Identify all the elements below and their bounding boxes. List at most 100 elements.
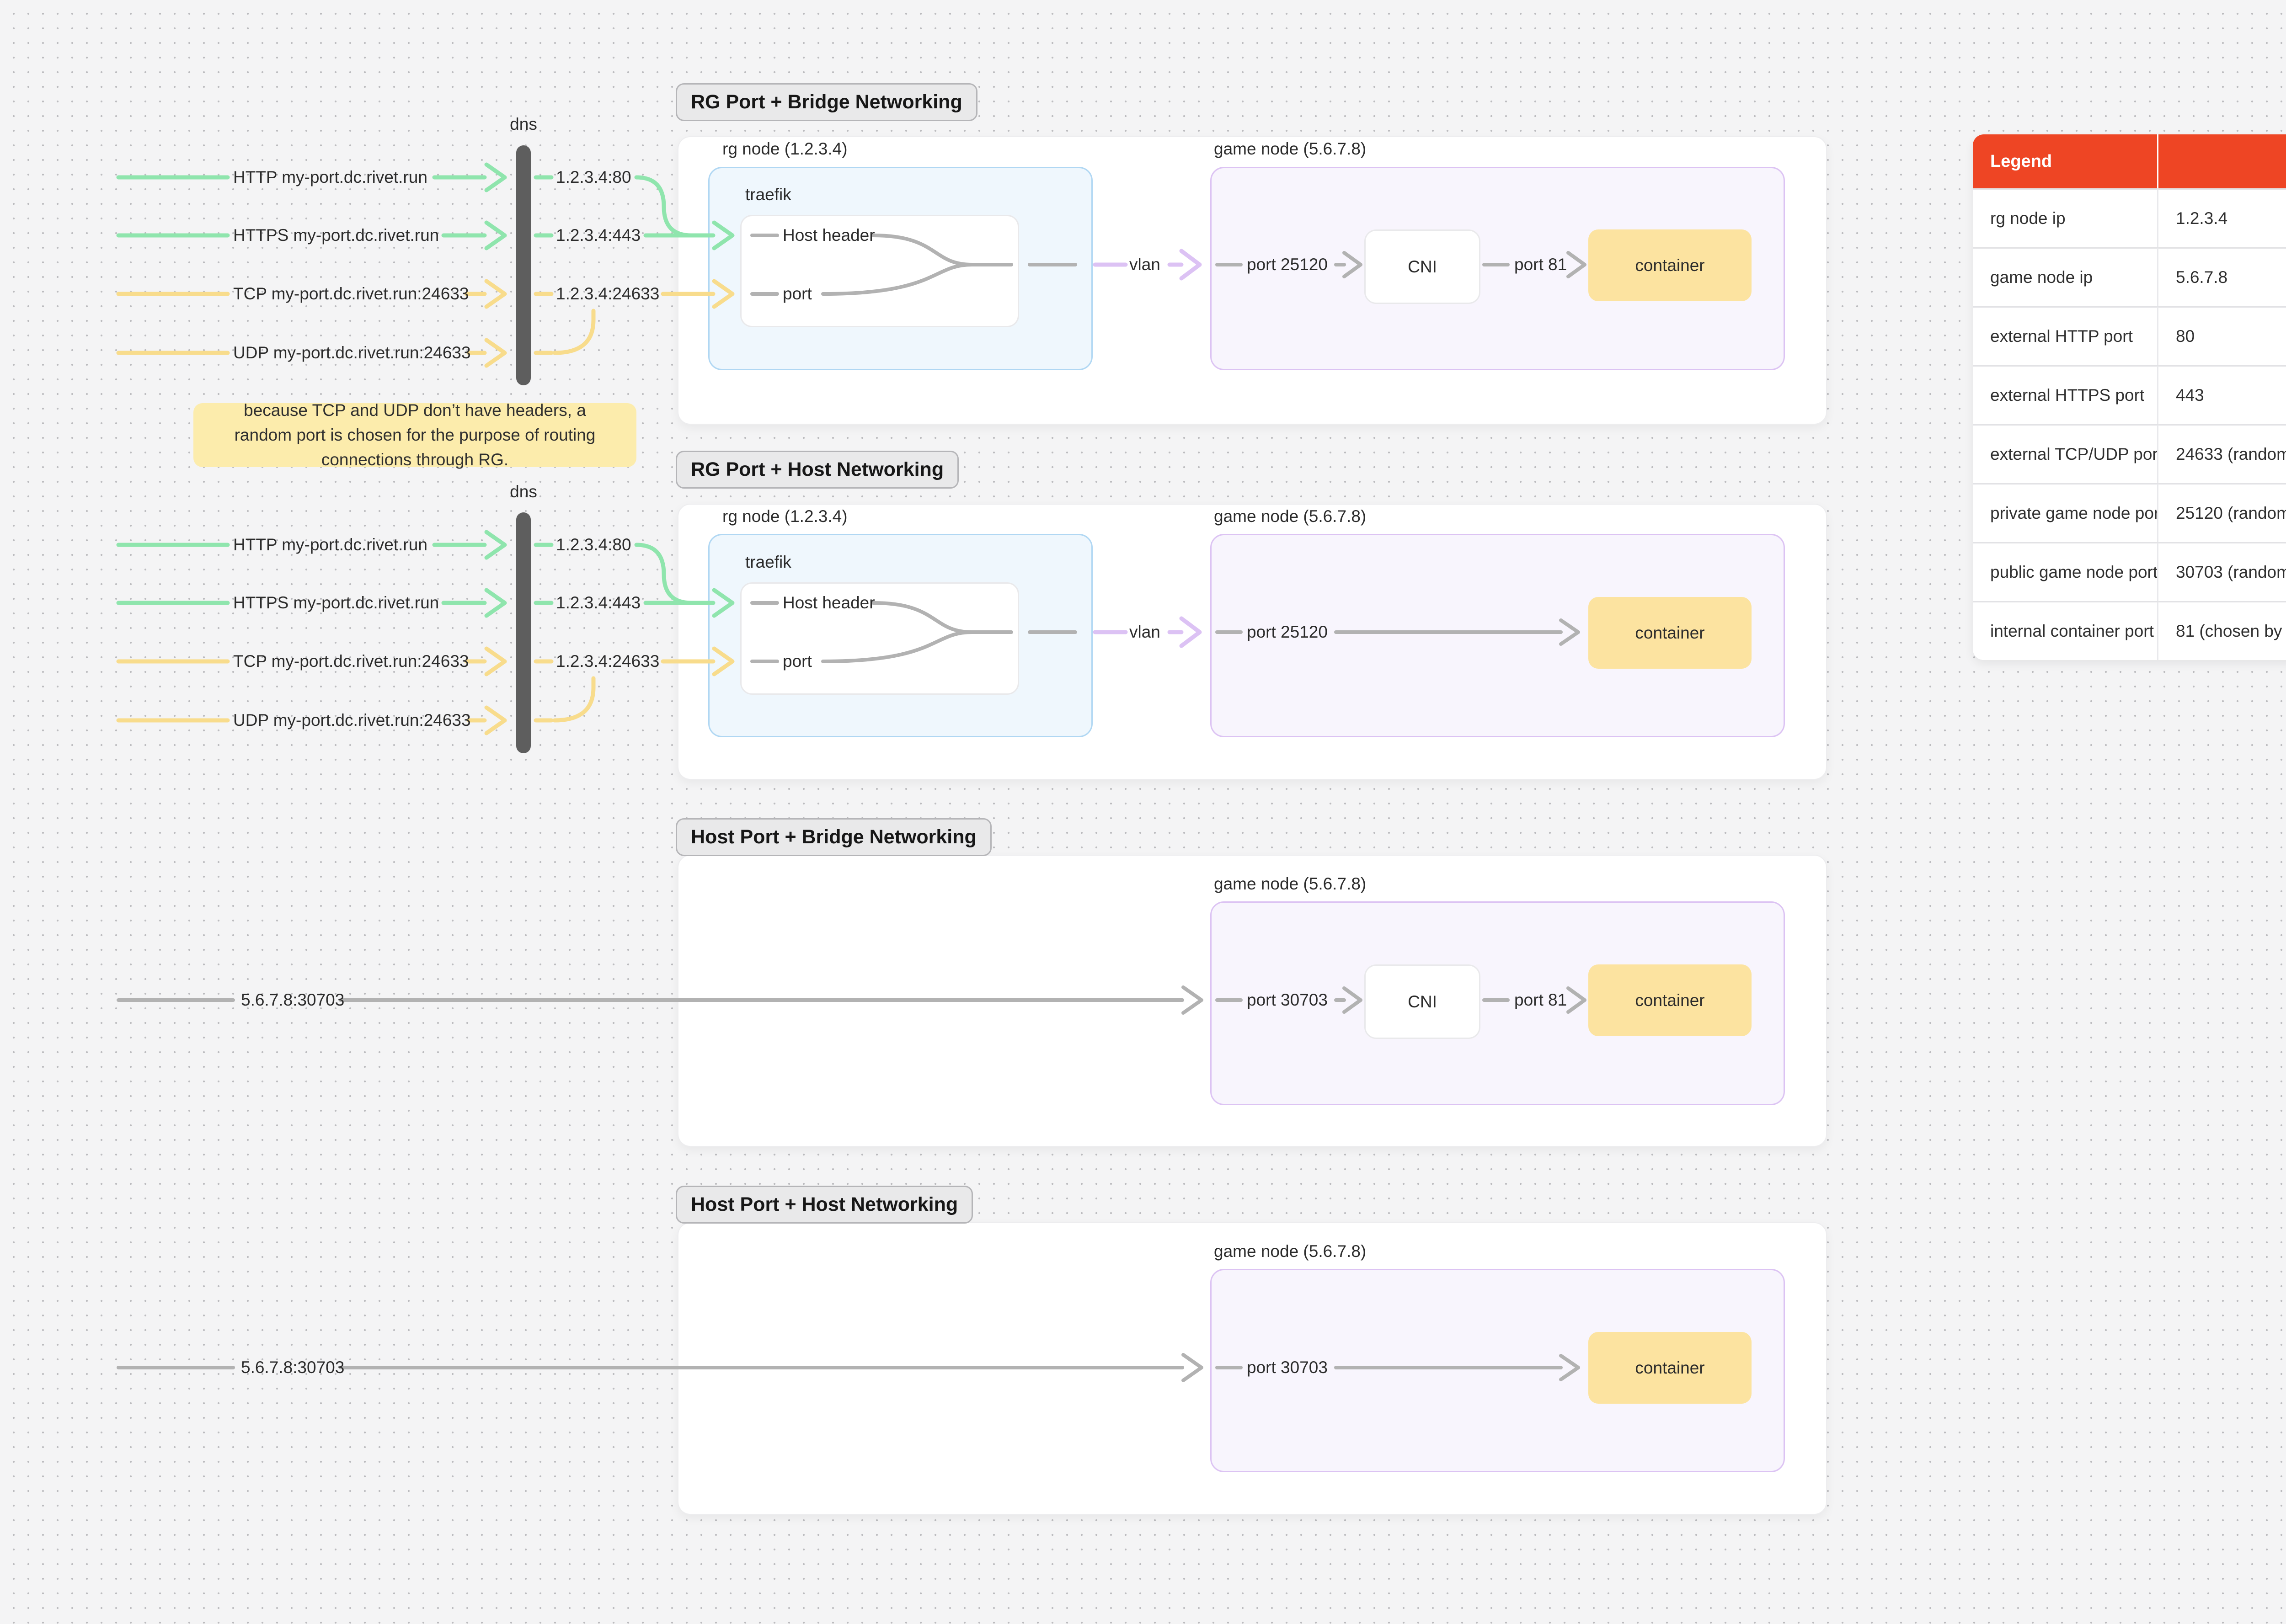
arrowhead-port-2 [712,646,735,676]
arrowhead-http-dns-2 [484,530,507,560]
source-label-3: 5.6.7.8:30703 [241,990,345,1009]
vlan-label-2: vlan [1129,623,1160,641]
container-box-4: container [1588,1332,1752,1404]
cell-value: 30703 (randomly chosen per configured ho… [2158,542,2286,601]
cell-name: game node ip [1973,247,2158,306]
arrowhead-cni-1 [1342,251,1362,278]
arrowhead-hostheader-1 [712,220,735,250]
curve-80-merge-1 [634,175,694,238]
arrowhead-http-dns-1 [484,162,507,192]
rule-host-label-2: Host header [783,593,875,612]
rg-node-label-2: rg node (1.2.3.4) [722,507,848,526]
legend-header-name: Legend [1973,134,2158,188]
arrowhead-udp-dns-2 [484,705,507,735]
arrowhead-port-1 [712,279,735,309]
cell-name: rg node ip [1973,188,2158,247]
arrowhead-cni-3 [1342,986,1362,1014]
resolved-24633-2: 1.2.3.4:24633 [556,652,660,671]
table-row: external TCP/UDP port 24633 (randomly ch… [1973,424,2286,483]
cell-value: 1.2.3.4 [2158,188,2286,247]
arrowhead-vlan-2 [1179,616,1202,648]
rg-node-label-1: rg node (1.2.3.4) [722,139,848,158]
table-row: public game node port 30703 (randomly ch… [1973,542,2286,601]
resolved-80-2: 1.2.3.4:80 [556,535,631,554]
rule-port-label-1: port [783,284,812,303]
legend-table: Legend Range rg node ip 1.2.3.4 game nod… [1973,134,2286,660]
cell-name: public game node port [1973,542,2158,601]
dns-label-1: dns [510,115,537,133]
resolved-80-1: 1.2.3.4:80 [556,168,631,186]
table-row: game node ip 5.6.7.8 [1973,247,2286,306]
flow-label-http-2: HTTP my-port.dc.rivet.run [233,535,427,554]
traefik-label-2: traefik [745,553,791,571]
cell-name: external HTTPS port [1973,365,2158,424]
ingress-port-label-1: port 25120 [1247,255,1328,274]
egress-port-label-3: port 81 [1514,990,1567,1009]
arrowhead-tcp-dns-1 [484,279,507,309]
table-row: external HTTPS port 443 [1973,365,2286,424]
game-node-label-2: game node (5.6.7.8) [1214,507,1367,526]
rule-port-label-2: port [783,652,812,671]
flow-label-https-2: HTTPS my-port.dc.rivet.run [233,593,439,612]
cell-name: internal container port [1973,601,2158,660]
cell-name: external HTTP port [1973,306,2158,365]
arrowhead-game-3 [1181,985,1203,1015]
brace-port-1 [821,263,974,296]
cni-box-1: CNI [1364,229,1480,304]
game-node-label-1: game node (5.6.7.8) [1214,139,1367,158]
curve-udp-merge-2 [552,676,596,723]
dns-bar-1 [516,145,531,385]
table-row: private game node port 25120 (randomly c… [1973,483,2286,542]
brace-hostheader-2 [871,601,974,634]
arrowhead-https-dns-1 [484,220,507,250]
arrowhead-tcp-dns-2 [484,646,507,676]
curve-udp-merge-1 [552,309,596,355]
container-box-1: container [1588,229,1752,301]
vlan-label-1: vlan [1129,255,1160,274]
resolved-443-1: 1.2.3.4:443 [556,226,641,245]
arrowhead-udp-dns-1 [484,338,507,368]
ingress-port-label-2: port 25120 [1247,623,1328,641]
flow-label-http-1: HTTP my-port.dc.rivet.run [233,168,427,186]
cell-value: 443 [2158,365,2286,424]
resolved-443-2: 1.2.3.4:443 [556,593,641,612]
legend-header-row: Legend Range [1973,134,2286,188]
arrowhead-container-3 [1566,986,1586,1014]
title-host-bridge: Host Port + Bridge Networking [676,818,992,856]
arrowhead-container-1 [1566,251,1586,278]
arrowhead-container-4 [1559,1354,1580,1381]
flow-label-udp-1: UDP my-port.dc.rivet.run:24633 [233,343,471,362]
flow-label-tcp-2: TCP my-port.dc.rivet.run:24633 [233,652,469,671]
egress-port-label-1: port 81 [1514,255,1567,274]
rule-host-label-1: Host header [783,226,875,245]
cni-box-3: CNI [1364,964,1480,1039]
cell-value: 24633 (randomly chosen per configured po… [2158,424,2286,483]
source-label-4: 5.6.7.8:30703 [241,1358,345,1377]
arrowhead-game-4 [1181,1353,1203,1382]
title-rg-bridge: RG Port + Bridge Networking [676,83,977,121]
dns-bar-2 [516,512,531,753]
udp-random-port-note: because TCP and UDP don’t have headers, … [193,401,636,469]
cell-name: private game node port [1973,483,2158,542]
game-node-label-4: game node (5.6.7.8) [1214,1242,1367,1261]
brace-hostheader-1 [871,234,974,266]
traefik-label-1: traefik [745,185,791,204]
arrowhead-vlan-1 [1179,249,1202,281]
ingress-port-label-4: port 30703 [1247,1358,1328,1377]
table-row: internal container port 81 (chosen by us… [1973,601,2286,660]
flow-label-tcp-1: TCP my-port.dc.rivet.run:24633 [233,284,469,303]
diagram-canvas: RG Port + Bridge Networking RG Port + Ho… [0,0,2286,1624]
dns-label-2: dns [510,482,537,501]
arrowhead-https-dns-2 [484,588,507,618]
legend-header-value [2158,134,2286,188]
flow-label-https-1: HTTPS my-port.dc.rivet.run [233,226,439,245]
title-host-host: Host Port + Host Networking [676,1186,973,1224]
table-row: rg node ip 1.2.3.4 [1973,188,2286,247]
cell-name: external TCP/UDP port [1973,424,2158,483]
cell-value: 81 (chosen by user) [2158,601,2286,660]
brace-port-2 [821,630,974,663]
curve-80-merge-2 [634,543,694,605]
flow-label-udp-2: UDP my-port.dc.rivet.run:24633 [233,711,471,729]
game-node-label-3: game node (5.6.7.8) [1214,874,1367,893]
container-box-3: container [1588,964,1752,1036]
